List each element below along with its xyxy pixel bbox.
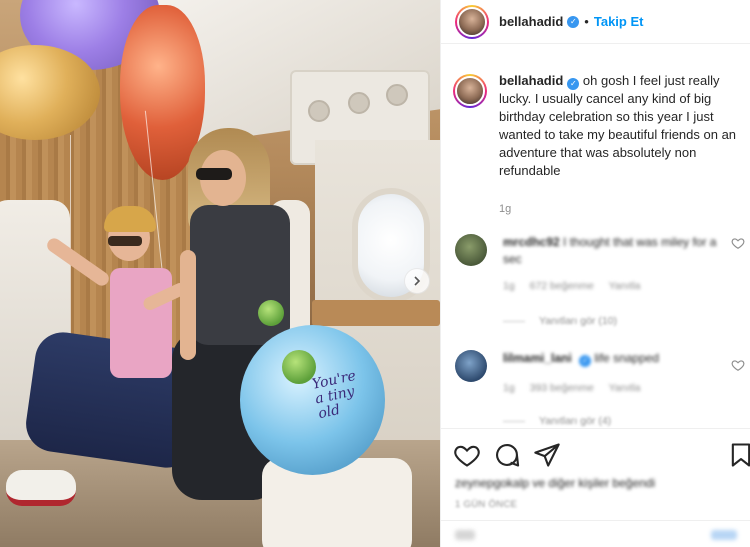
caption-text: oh gosh I feel just really lucky. I usua… <box>499 73 737 178</box>
heart-icon[interactable] <box>731 358 745 372</box>
sunglasses <box>196 168 232 180</box>
heart-icon[interactable] <box>453 441 481 469</box>
comment-meta: 1g 672 beğenme Yanıtla <box>503 280 653 292</box>
view-replies-button[interactable]: Yanıtları gör (10) <box>503 315 617 327</box>
add-comment-bar[interactable] <box>441 520 750 547</box>
person-arm <box>180 250 196 360</box>
person-hat <box>104 206 156 232</box>
separator-dot: • <box>584 14 589 29</box>
post-caption: bellahadid ✓ oh gosh I feel just really l… <box>453 72 745 218</box>
post-sidebar: bellahadid ✓ • Takip Et bellahadid ✓ oh g… <box>440 0 750 547</box>
reading-light <box>348 92 370 114</box>
emoji-icon[interactable] <box>455 530 475 540</box>
chevron-right-icon[interactable] <box>404 268 430 294</box>
olive-balloon <box>258 300 284 326</box>
reply-button[interactable]: Yanıtla <box>609 382 641 394</box>
caption-timestamp[interactable]: 1g <box>499 200 745 218</box>
post-actions-bar <box>441 428 750 478</box>
verified-badge-icon: ✓ <box>579 355 592 367</box>
comment-body: mrcdhc92 I thought that was miley for a … <box>503 234 728 268</box>
sneaker <box>6 470 76 506</box>
martini-balloon: You're a tiny old <box>240 325 385 475</box>
username-link[interactable]: bellahadid <box>499 14 563 29</box>
balloon-string <box>70 135 71 335</box>
post-comment-button[interactable] <box>711 530 737 540</box>
comment-body: lilmami_lani ✓ life snapped <box>503 350 728 367</box>
reply-line-divider <box>503 320 525 322</box>
olive-balloon <box>282 350 316 384</box>
avatar[interactable] <box>453 74 487 108</box>
post-header: bellahadid ✓ • Takip Et <box>441 0 750 44</box>
air-vent <box>386 84 408 106</box>
view-replies-label: Yanıtları gör (4) <box>539 415 612 427</box>
window-ledge <box>312 300 440 326</box>
bookmark-icon[interactable] <box>727 441 750 469</box>
cabin-seat <box>262 458 412 547</box>
comment-item: mrcdhc92 I thought that was miley for a … <box>455 234 745 334</box>
heart-icon[interactable] <box>731 236 745 250</box>
comment-icon[interactable] <box>493 441 521 469</box>
comment-time[interactable]: 1g <box>503 382 515 394</box>
view-replies-button[interactable]: Yanıtları gör (4) <box>503 415 611 427</box>
follow-button[interactable]: Takip Et <box>594 14 644 29</box>
caption-username[interactable]: bellahadid <box>499 73 563 88</box>
avatar[interactable] <box>455 4 489 39</box>
verified-badge-icon: ✓ <box>567 78 580 90</box>
balloon-print: You're a tiny old <box>310 367 358 423</box>
avatar[interactable] <box>455 350 487 382</box>
comment-time[interactable]: 1g <box>503 280 515 292</box>
verified-badge-icon: ✓ <box>567 15 580 28</box>
reply-button[interactable]: Yanıtla <box>609 280 641 292</box>
post-timestamp[interactable]: 1 GÜN ÖNCE <box>455 499 517 510</box>
sunglasses <box>108 236 142 246</box>
reply-line-divider <box>503 420 525 422</box>
comment-text: life snapped <box>594 351 660 365</box>
air-vent <box>308 100 330 122</box>
avatar[interactable] <box>455 234 487 266</box>
comment-meta: 1g 393 beğenme Yanıtla <box>503 382 653 394</box>
paper-plane-icon[interactable] <box>533 441 561 469</box>
comment-username[interactable]: mrcdhc92 <box>503 235 560 249</box>
post-media[interactable]: You're a tiny old <box>0 0 440 547</box>
comment-likes[interactable]: 393 beğenme <box>530 382 594 394</box>
person-torso <box>110 268 172 378</box>
comment-item: lilmami_lani ✓ life snapped 1g 393 beğen… <box>455 350 745 430</box>
view-replies-label: Yanıtları gör (10) <box>539 315 618 327</box>
liked-by-text[interactable]: zeynepgokalp ve diğer kişiler beğendi <box>455 476 655 490</box>
comment-likes[interactable]: 672 beğenme <box>530 280 594 292</box>
comment-username[interactable]: lilmami_lani <box>503 351 572 365</box>
